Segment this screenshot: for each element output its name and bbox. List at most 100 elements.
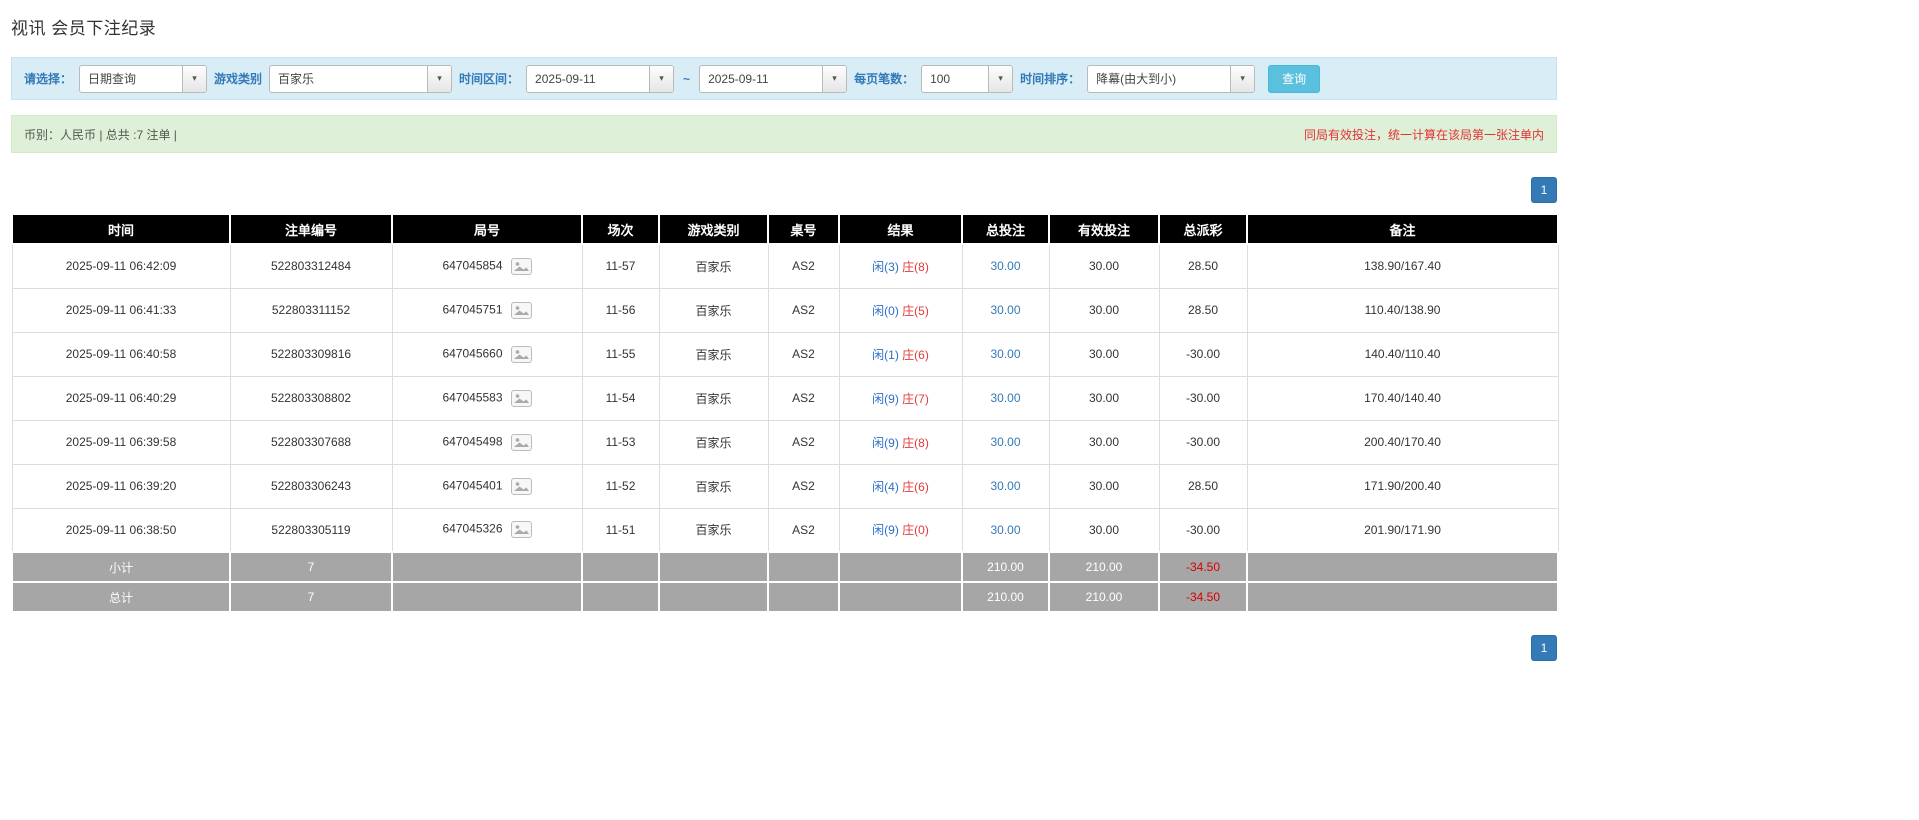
cell-session: 11-52 xyxy=(581,463,660,509)
cell-valid-bet: 30.00 xyxy=(1048,507,1160,553)
cell-payout: 28.50 xyxy=(1158,287,1248,333)
column-header: 局号 xyxy=(391,213,583,245)
cell-table-no: AS2 xyxy=(767,463,840,509)
total-bet-link[interactable]: 30.00 xyxy=(990,479,1020,493)
date-to-select[interactable]: 2025-09-11 ▾ xyxy=(699,64,848,93)
cell-time: 2025-09-11 06:38:50 xyxy=(11,507,231,553)
table-row: 2025-09-11 06:41:33 522803311152 647045751… xyxy=(11,287,1559,333)
round-video-icon[interactable] xyxy=(510,521,532,539)
cell-game-type: 百家乐 xyxy=(658,419,769,465)
cell-remark: 171.90/200.40 xyxy=(1246,463,1559,509)
cell-round-id: 647045751 xyxy=(391,287,583,333)
game-type-select[interactable]: 百家乐 ▾ xyxy=(269,64,453,93)
cell-total-bet: 30.00 xyxy=(961,419,1050,465)
column-header: 注单编号 xyxy=(229,213,393,245)
result-player: 闲(9) xyxy=(872,523,899,538)
cell-remark: 200.40/170.40 xyxy=(1246,419,1559,465)
total-bet-link[interactable]: 30.00 xyxy=(990,303,1020,317)
column-header: 游戏类别 xyxy=(658,213,769,245)
cell-bet-id: 522803306243 xyxy=(229,463,393,509)
query-type-select[interactable]: 日期查询 ▾ xyxy=(79,64,208,93)
pagination-page-1[interactable]: 1 xyxy=(1531,177,1557,203)
cell-valid-bet: 30.00 xyxy=(1048,331,1160,377)
cell-bet-id: 522803305119 xyxy=(229,507,393,553)
cell-remark: 110.40/138.90 xyxy=(1246,287,1559,333)
column-header: 备注 xyxy=(1246,213,1559,245)
page-size-select[interactable]: 100 ▾ xyxy=(921,64,1014,93)
time-sort-value: 降幕(由大到小) xyxy=(1096,71,1177,86)
subtotal-row-cell xyxy=(1246,551,1559,583)
chevron-down-icon[interactable]: ▾ xyxy=(182,65,207,92)
cell-session: 11-56 xyxy=(581,287,660,333)
cell-bet-id: 522803307688 xyxy=(229,419,393,465)
round-video-icon[interactable] xyxy=(510,389,532,407)
cell-time: 2025-09-11 06:40:29 xyxy=(11,375,231,421)
round-video-icon[interactable] xyxy=(510,257,532,275)
chevron-down-icon[interactable]: ▾ xyxy=(1230,65,1255,92)
total-bet-link[interactable]: 30.00 xyxy=(990,523,1020,537)
total-bet-link[interactable]: 30.00 xyxy=(990,391,1020,405)
chevron-down-icon[interactable]: ▾ xyxy=(649,65,674,92)
total-bet-link[interactable]: 30.00 xyxy=(990,259,1020,273)
cell-bet-id: 522803312484 xyxy=(229,243,393,289)
total-row-cell xyxy=(838,581,963,613)
round-video-icon[interactable] xyxy=(510,345,532,363)
game-type-value: 百家乐 xyxy=(278,71,315,86)
total-row-cell: 210.00 xyxy=(961,581,1050,613)
subtotal-row-cell xyxy=(391,551,583,583)
cell-time: 2025-09-11 06:40:58 xyxy=(11,331,231,377)
cell-remark: 170.40/140.40 xyxy=(1246,375,1559,421)
subtotal-row-cell xyxy=(767,551,840,583)
round-id-text: 647045660 xyxy=(442,346,503,361)
cell-time: 2025-09-11 06:39:20 xyxy=(11,463,231,509)
cell-total-bet: 30.00 xyxy=(961,375,1050,421)
page-size-label: 每页笔数： xyxy=(854,72,915,86)
time-sort-select[interactable]: 降幕(由大到小) ▾ xyxy=(1087,64,1256,93)
chevron-down-icon[interactable]: ▾ xyxy=(427,65,452,92)
total-row-cell: 总计 xyxy=(11,581,231,613)
round-id-text: 647045583 xyxy=(442,390,503,405)
summary-info-bar: 币别：人民币 | 总共 :7 注单 | 同局有效投注，统一计算在该局第一张注单内 xyxy=(11,115,1557,153)
cell-session: 11-57 xyxy=(581,243,660,289)
round-video-icon[interactable] xyxy=(510,301,532,319)
pagination-bottom: 1 xyxy=(11,635,1557,661)
cell-game-type: 百家乐 xyxy=(658,243,769,289)
cell-time: 2025-09-11 06:39:58 xyxy=(11,419,231,465)
chevron-down-icon[interactable]: ▾ xyxy=(822,65,847,92)
chevron-down-icon[interactable]: ▾ xyxy=(988,65,1013,92)
total-row-cell xyxy=(391,581,583,613)
total-bet-link[interactable]: 30.00 xyxy=(990,347,1020,361)
cell-game-type: 百家乐 xyxy=(658,375,769,421)
cell-round-id: 647045660 xyxy=(391,331,583,377)
round-id-text: 647045751 xyxy=(442,302,503,317)
search-button[interactable]: 查询 xyxy=(1268,64,1321,93)
total-row-cell xyxy=(581,581,660,613)
cell-payout: -30.00 xyxy=(1158,375,1248,421)
cell-result: 闲(3) 庄(8) xyxy=(838,243,963,289)
result-banker: 庄(0) xyxy=(902,523,929,538)
cell-game-type: 百家乐 xyxy=(658,331,769,377)
content-container: 视讯 会员下注纪录 请选择： 日期查询 ▾ 游戏类别 百家乐 ▾ 时间区间： 2… xyxy=(11,0,1559,661)
pagination-page-1[interactable]: 1 xyxy=(1531,635,1557,661)
round-video-icon[interactable] xyxy=(510,477,532,495)
date-from-value: 2025-09-11 xyxy=(535,71,596,86)
round-video-icon[interactable] xyxy=(510,433,532,451)
total-row-cell: 210.00 xyxy=(1048,581,1160,613)
subtotal-row-cell: 7 xyxy=(229,551,393,583)
cell-payout: 28.50 xyxy=(1158,243,1248,289)
result-banker: 庄(6) xyxy=(902,479,929,494)
total-bet-link[interactable]: 30.00 xyxy=(990,435,1020,449)
filter-bar: 请选择： 日期查询 ▾ 游戏类别 百家乐 ▾ 时间区间： 2025-09-11 … xyxy=(11,57,1557,100)
cell-total-bet: 30.00 xyxy=(961,287,1050,333)
cell-payout: -30.00 xyxy=(1158,507,1248,553)
page: 视讯 会员下注纪录 请选择： 日期查询 ▾ 游戏类别 百家乐 ▾ 时间区间： 2… xyxy=(0,0,1919,820)
cell-round-id: 647045583 xyxy=(391,375,583,421)
column-header: 场次 xyxy=(581,213,660,245)
total-row-cell xyxy=(658,581,769,613)
date-from-select[interactable]: 2025-09-11 ▾ xyxy=(526,64,675,93)
cell-round-id: 647045854 xyxy=(391,243,583,289)
subtotal-row-cell: 210.00 xyxy=(961,551,1050,583)
cell-table-no: AS2 xyxy=(767,243,840,289)
cell-valid-bet: 30.00 xyxy=(1048,419,1160,465)
result-player: 闲(0) xyxy=(872,303,899,318)
